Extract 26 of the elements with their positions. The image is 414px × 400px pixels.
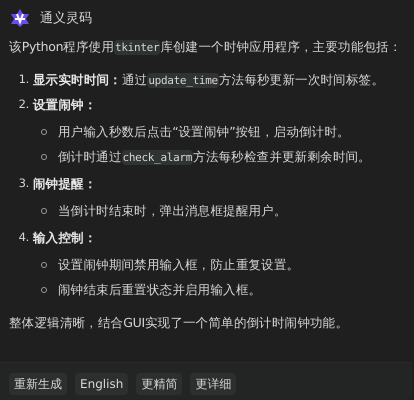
list-item-text: 输入控制： [33,229,97,247]
list-number: 2. [18,96,30,113]
sub-item-text: 当倒计时结束时，弹出消息框提醒用户。 [58,202,287,220]
bullet-icon [41,154,47,160]
action-button[interactable]: 更详细 [190,373,236,395]
bullet-icon [41,208,47,214]
assistant-name: 通义灵码 [40,10,92,27]
list-item-text: 显示实时时间：通过 update_time方法每秒更新一次时间标签。 [33,70,384,90]
summary-paragraph: 整体逻辑清晰，结合GUI实现了一个简单的倒计时闹钟功能。 [9,314,350,332]
list-number: 3. [18,175,30,192]
sub-item-text: 用户输入秒数后点击“设置闹钟”按钮，启动倒计时。 [58,123,350,141]
intro-paragraph: 该Python程序使用 tkinter库创建一个时钟应用程序，主要功能包括： [9,38,403,57]
action-button[interactable]: 更精简 [136,373,182,395]
action-button[interactable]: English [75,373,128,395]
bullet-icon [41,128,47,134]
list-number: 4. [18,229,30,246]
list-item-text: 设置闹钟： [33,96,97,114]
list-number: 1. [18,71,30,88]
bullet-icon [41,286,47,292]
sub-item-text: 设置闹钟期间禁用输入框，防止重复设置。 [58,256,300,274]
action-button[interactable]: 重新生成 [9,373,67,395]
list-item-text: 闹钟提醒： [33,175,97,193]
sub-item-text: 闹钟结束后重置状态并启用输入框。 [58,281,262,299]
bullet-icon [41,262,47,268]
sub-item-text: 倒计时通过 check_alarm方法每秒检查并更新剩余时间。 [58,148,371,166]
logo-icon [10,8,30,28]
